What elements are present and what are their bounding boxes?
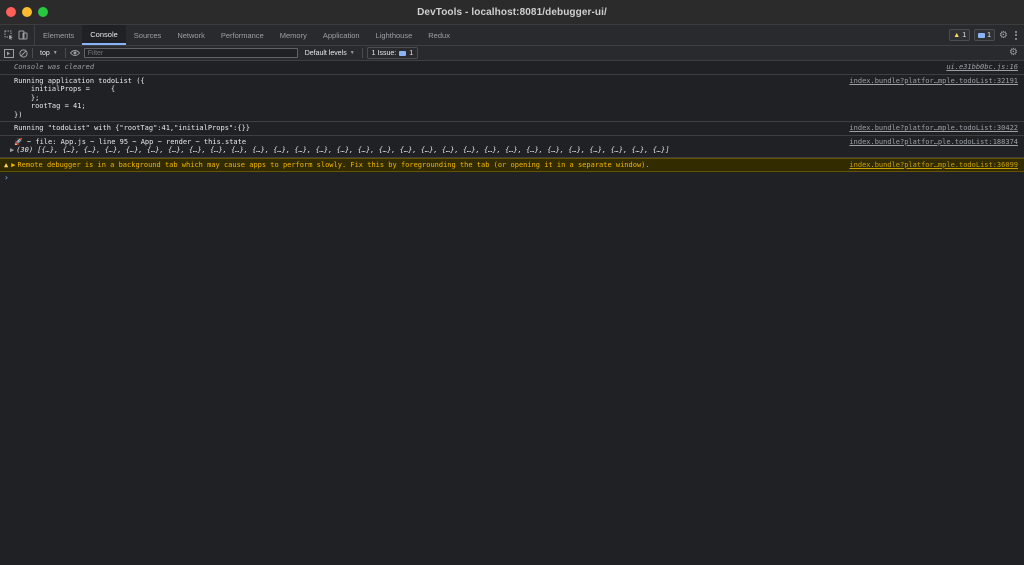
warning-icon: ▲ [953,31,961,39]
window-title: DevTools - localhost:8081/debugger-ui/ [417,6,607,18]
tab-sources[interactable]: Sources [126,25,170,45]
chevron-down-icon: ▼ [349,50,355,56]
issue-icon [399,50,407,56]
tab-label: Console [90,29,118,39]
warning-icon: ▲ [4,160,9,169]
tab-label: Lighthouse [375,30,413,40]
toolbar-divider [32,48,33,58]
log-levels-dropdown[interactable]: Default levels ▼ [302,50,358,57]
tab-label: Sources [133,30,162,40]
message-text: Console was cleared [14,63,95,71]
tab-lighthouse[interactable]: Lighthouse [368,25,421,45]
console-message: Console was cleared ui.e31bb0bc.js:16 [0,61,1024,75]
more-options-icon[interactable] [1012,30,1020,40]
source-link[interactable]: index.bundle?platfor…ple.todoList:188374 [849,138,1018,147]
array-length: (30) [16,146,34,154]
filter-input[interactable] [83,48,298,58]
toolbar-divider [64,48,66,58]
console-output: Console was cleared ui.e31bb0bc.js:16 Ru… [0,61,1024,182]
issues-label: 1 Issue: [371,49,397,57]
console-message: Running application todoList ({ initialP… [0,75,1024,122]
tab-label: Memory [279,30,307,40]
chevron-down-icon: ▼ [52,50,58,56]
devtools-window: DevTools - localhost:8081/debugger-ui/ E… [0,0,1024,565]
settings-gear-icon[interactable]: ⚙ [999,30,1008,41]
device-toolbar-icon[interactable] [18,30,28,40]
title-bar: DevTools - localhost:8081/debugger-ui/ [0,0,1024,25]
console-warning: ▲ ▶ Remote debugger is in a background tab… [0,157,1024,172]
tab-memory[interactable]: Memory [272,25,315,45]
sidebar-toggle-icon[interactable] [4,48,14,58]
tab-console[interactable]: Console [82,25,126,45]
tab-label: Performance [220,30,264,40]
warnings-badge[interactable]: ▲ 1 [949,29,971,41]
expand-arrow-icon[interactable]: ▶ [10,146,14,154]
close-window-button[interactable] [6,7,16,17]
tab-label: Application [322,30,360,40]
message-text: Running "todoList" with {"rootTag":41,"i… [14,124,251,132]
console-toolbar: top ▼ Default levels ▼ 1 Issue: 1 ⚙ [0,46,1024,61]
console-message: Running "todoList" with {"rootTag":41,"i… [0,122,1024,136]
tab-elements[interactable]: Elements [35,25,82,45]
panel-tab-bar: Elements Console Sources Network Perform… [0,25,1024,46]
toolbar-divider [361,48,363,58]
inspect-element-icon[interactable] [4,30,14,40]
tab-performance[interactable]: Performance [213,25,272,45]
prompt-chevron-icon: › [4,173,9,182]
inspect-tools [0,25,35,45]
console-prompt[interactable]: › [0,172,1024,182]
tab-redux[interactable]: Redux [420,25,458,45]
source-link[interactable]: index.bundle?platfor…mple.todoList:30422 [849,124,1018,133]
issues-button[interactable]: 1 Issue: 1 [366,47,419,59]
console-message: 🚀 ~ file: App.js ~ line 95 ~ App ~ rende… [0,136,1024,158]
window-controls [6,7,48,17]
array-items: [{…}, {…}, {…}, {…}, {…}, {…}, {…}, {…},… [33,146,670,154]
issues-count: 1 [409,49,414,57]
messages-count: 1 [987,31,992,39]
log-levels-label: Default levels [304,49,347,57]
zoom-window-button[interactable] [38,7,48,17]
clear-console-icon[interactable] [18,48,28,58]
messages-badge[interactable]: 1 [974,29,996,41]
message-icon [978,32,986,38]
message-text: Remote debugger is in a background tab w… [17,160,650,169]
source-link[interactable]: index.bundle?platfor…mple.todoList:36099 [849,161,1018,170]
context-value: top [40,49,50,57]
panel-tabs: Elements Console Sources Network Perform… [35,25,458,45]
console-settings-gear-icon[interactable]: ⚙ [1009,47,1018,58]
tab-network[interactable]: Network [169,25,213,45]
array-preview[interactable]: ▶ (30) [{…}, {…}, {…}, {…}, {…}, {…}, {…}… [10,146,1024,155]
live-expression-eye-icon[interactable] [69,48,80,58]
minimize-window-button[interactable] [22,7,32,17]
warnings-count: 1 [962,31,967,39]
context-selector[interactable]: top ▼ [37,50,61,57]
tabbar-status: ▲ 1 1 ⚙ [949,25,1020,45]
source-link[interactable]: index.bundle?platfor…mple.todoList:32191 [849,77,1018,86]
expand-arrow-icon[interactable]: ▶ [11,161,15,169]
tab-label: Redux [428,30,450,40]
tab-application[interactable]: Application [315,25,368,45]
source-link[interactable]: ui.e31bb0bc.js:16 [946,63,1018,72]
tab-label: Elements [43,30,75,40]
tab-label: Network [177,30,205,40]
